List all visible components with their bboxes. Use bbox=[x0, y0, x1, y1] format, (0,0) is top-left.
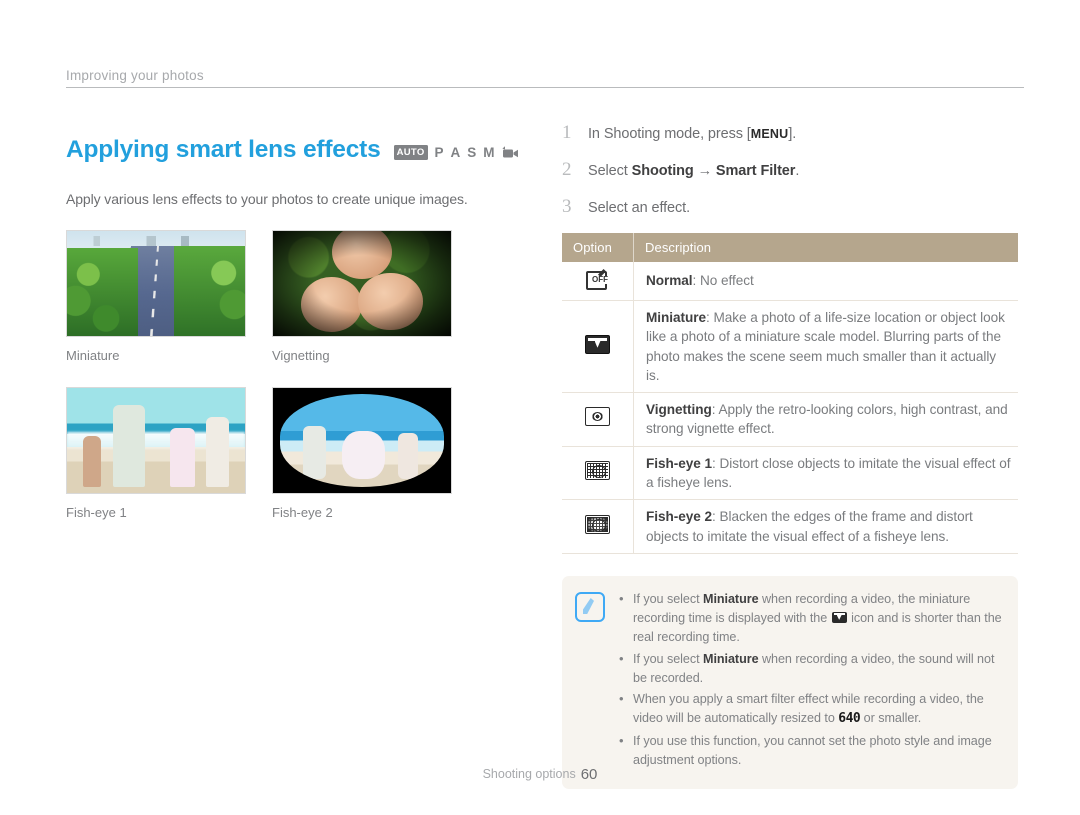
step-1-number: 1 bbox=[562, 122, 572, 143]
miniature-icon bbox=[831, 611, 847, 623]
fish-eye-2-icon bbox=[585, 514, 610, 534]
shooting-menu-label: Shooting bbox=[631, 163, 694, 179]
option-desc-cell-vignetting: Vignetting: Apply the retro-looking colo… bbox=[633, 392, 1018, 447]
left-column: Applying smart lens effects AUTO P A S M… bbox=[66, 120, 536, 544]
sample-cell-fisheye1: Fish-eye 1 bbox=[66, 386, 246, 544]
option-name-miniature: Miniature bbox=[646, 310, 706, 325]
table-header-row: Option Description bbox=[562, 233, 1018, 262]
column-header-description: Description bbox=[633, 233, 1018, 262]
note-1-b1: Miniature bbox=[703, 591, 759, 606]
step-1-pre: In Shooting mode, press [ bbox=[588, 126, 751, 142]
table-row: Vignetting: Apply the retro-looking colo… bbox=[562, 392, 1018, 447]
note-2-p1: If you select bbox=[633, 651, 703, 666]
note-list: If you select Miniature when recording a… bbox=[617, 589, 1002, 773]
sample-cell-miniature: Miniature bbox=[66, 229, 246, 387]
manual-mode-icon: M bbox=[483, 144, 495, 160]
sample-caption-fisheye1: Fish-eye 1 bbox=[66, 504, 127, 520]
step-2-post: . bbox=[795, 163, 800, 179]
step-1-post: ]. bbox=[788, 126, 797, 142]
options-table-body: OFF Normal: No effect Miniature: Make a … bbox=[562, 262, 1018, 554]
list-item: When you apply a smart filter effect whi… bbox=[619, 689, 1002, 728]
resolution-640-glyph: 640 bbox=[838, 711, 861, 727]
sample-image-fisheye1 bbox=[66, 386, 246, 494]
breadcrumb-divider bbox=[66, 87, 1024, 88]
option-desc-cell-miniature: Miniature: Make a photo of a life-size l… bbox=[633, 300, 1018, 394]
options-table: Option Description OFF Normal: No effect… bbox=[562, 233, 1018, 554]
footer-section-label: Shooting options bbox=[482, 767, 576, 781]
page-title: Applying smart lens effects bbox=[66, 136, 381, 164]
sample-caption-fisheye2: Fish-eye 2 bbox=[272, 504, 333, 520]
shutter-mode-icon: S bbox=[467, 144, 477, 160]
table-row: OFF Normal: No effect bbox=[562, 262, 1018, 301]
sample-cell-fisheye2: Fish-eye 2 bbox=[272, 386, 452, 544]
list-item: If you select Miniature when recording a… bbox=[619, 649, 1002, 688]
sample-image-vignetting bbox=[272, 229, 452, 337]
sample-image-miniature bbox=[66, 229, 246, 337]
option-desc-cell-fisheye1: Fish-eye 1: Distort close objects to imi… bbox=[633, 446, 1018, 501]
option-icon-cell-fisheye2 bbox=[562, 499, 634, 554]
note-1-p1: If you select bbox=[633, 591, 703, 606]
miniature-icon bbox=[585, 334, 610, 354]
option-icon-cell-normal: OFF bbox=[562, 262, 634, 301]
sample-caption-miniature: Miniature bbox=[66, 347, 120, 363]
title-row: Applying smart lens effects AUTO P A S M bbox=[66, 120, 536, 181]
step-2-arrow: → bbox=[693, 163, 716, 179]
option-name-fisheye2: Fish-eye 2 bbox=[646, 509, 712, 525]
smart-filter-off-icon: OFF bbox=[586, 269, 609, 290]
note-box: If you select Miniature when recording a… bbox=[562, 575, 1018, 789]
option-desc-cell-fisheye2: Fish-eye 2: Blacken the edges of the fra… bbox=[633, 499, 1018, 554]
option-desc-normal: No effect bbox=[700, 273, 754, 289]
sample-image-grid: Miniature Vignetting Fish-eye 1 Fish-eye… bbox=[66, 229, 536, 544]
option-desc-cell-normal: Normal: No effect bbox=[633, 262, 1018, 301]
option-icon-cell-miniature bbox=[562, 300, 634, 394]
option-name-fisheye1: Fish-eye 1 bbox=[646, 455, 712, 471]
page-footer: Shooting options 60 bbox=[0, 766, 1080, 783]
footer-page-number: 60 bbox=[580, 766, 598, 783]
table-row: Miniature: Make a photo of a life-size l… bbox=[562, 300, 1018, 394]
sample-image-fisheye2 bbox=[272, 386, 452, 494]
step-2-text: Select Shooting → Smart Filter. bbox=[588, 163, 799, 179]
step-3-text: Select an effect. bbox=[588, 200, 691, 216]
auto-mode-icon: AUTO bbox=[393, 145, 428, 160]
note-4-p1: If you use this function, you cannot set… bbox=[633, 733, 992, 767]
breadcrumb-label: Improving your photos bbox=[66, 68, 204, 83]
menu-key-label: MENU bbox=[750, 127, 789, 141]
step-1: 1 In Shooting mode, press [MENU]. bbox=[562, 122, 1024, 144]
step-2: 2 Select Shooting → Smart Filter. bbox=[562, 159, 1024, 181]
sample-cell-vignetting: Vignetting bbox=[272, 229, 452, 387]
aperture-mode-icon: A bbox=[450, 144, 461, 160]
fish-eye-1-icon bbox=[585, 461, 610, 481]
option-icon-cell-fisheye1 bbox=[562, 446, 634, 501]
option-name-vignetting: Vignetting bbox=[646, 402, 712, 418]
step-2-number: 2 bbox=[562, 159, 572, 180]
column-header-option: Option bbox=[562, 233, 634, 262]
option-name-normal: Normal bbox=[646, 273, 693, 289]
vignetting-icon bbox=[585, 407, 610, 427]
option-sep-normal: : bbox=[692, 273, 701, 289]
note-pen-icon bbox=[575, 591, 605, 622]
right-column: 1 In Shooting mode, press [MENU]. 2 Sele… bbox=[562, 122, 1024, 789]
table-row: Fish-eye 1: Distort close objects to imi… bbox=[562, 446, 1018, 501]
step-3: 3 Select an effect. bbox=[562, 196, 1024, 218]
step-3-number: 3 bbox=[562, 196, 572, 217]
instruction-steps: 1 In Shooting mode, press [MENU]. 2 Sele… bbox=[562, 122, 1024, 218]
intro-text: Apply various lens effects to your photo… bbox=[66, 190, 468, 207]
program-mode-icon: P bbox=[434, 144, 444, 160]
mode-icon-group: AUTO P A S M bbox=[393, 141, 519, 160]
step-2-pre: Select bbox=[588, 163, 632, 179]
video-mode-icon bbox=[501, 146, 519, 159]
table-row: Fish-eye 2: Blacken the edges of the fra… bbox=[562, 499, 1018, 554]
options-table-head: Option Description bbox=[562, 233, 1018, 262]
list-item: If you select Miniature when recording a… bbox=[619, 589, 1002, 647]
note-2-b1: Miniature bbox=[703, 651, 759, 666]
sample-caption-vignetting: Vignetting bbox=[272, 347, 330, 363]
breadcrumb: Improving your photos bbox=[66, 68, 1024, 88]
smart-filter-menu-label: Smart Filter bbox=[715, 163, 796, 179]
option-icon-cell-vignetting bbox=[562, 392, 634, 447]
note-3-p1: When you apply a smart filter effect whi… bbox=[633, 692, 984, 726]
note-3-p2: or smaller. bbox=[860, 711, 922, 726]
list-item: If you use this function, you cannot set… bbox=[619, 731, 1002, 770]
step-1-text: In Shooting mode, press [MENU]. bbox=[588, 126, 796, 142]
